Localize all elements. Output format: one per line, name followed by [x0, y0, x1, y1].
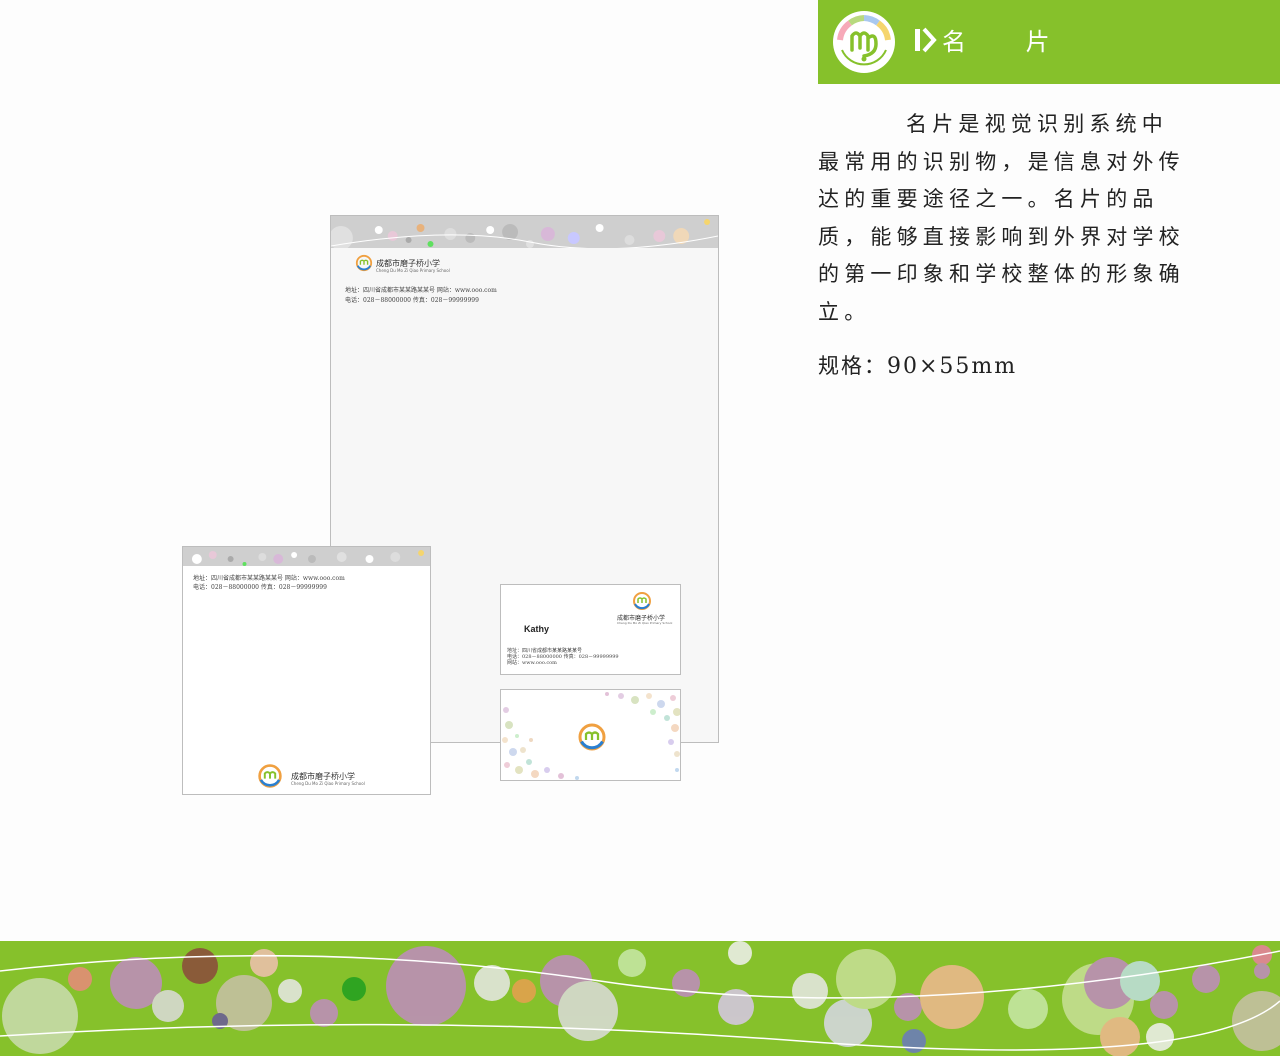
- school-logo-icon: [833, 11, 895, 73]
- footer-decor-band: [0, 941, 1280, 1056]
- section-header: 名 片: [818, 0, 1280, 84]
- school-name-en: Cheng Du Mo Zi Qiao Primary School: [617, 621, 673, 625]
- memo-pad-mockup: 地址：四川省成都市某某路某某号 网站：www.ooo.com 电话：028－88…: [182, 546, 431, 795]
- spec-value: 90×55mm: [887, 354, 1018, 379]
- double-chevron-right-icon: [915, 27, 937, 53]
- school-logo-icon: [258, 764, 282, 788]
- school-logo-icon: [355, 254, 373, 272]
- description-paragraph: 名片是视觉识别系统中最常用的识别物，是信息对外传达的重要途径之一。名片的品质，能…: [818, 112, 1185, 324]
- phone-line: 电话：028－88000000 传真：028－99999999: [345, 297, 479, 304]
- school-logo-icon: [633, 592, 651, 610]
- phone-line: 电话：028－88000000 传真：028－99999999: [193, 584, 327, 591]
- school-logo-icon: [578, 723, 606, 751]
- business-card-back: [500, 689, 681, 781]
- page-title: 名 片: [942, 28, 1076, 56]
- card-holder-name: Kathy: [524, 624, 550, 634]
- address-line: 地址：四川省成都市某某路某某号 网站：www.ooo.com: [193, 575, 345, 582]
- web-line: 网站：www.ooo.com: [507, 660, 557, 666]
- business-card-front: 成都市磨子桥小学 Cheng Du Mo Zi Qiao Primary Sch…: [500, 584, 681, 675]
- school-name-en: Cheng Du Mo Zi Qiao Primary School: [291, 781, 365, 786]
- spec-label: 规格：: [818, 354, 887, 378]
- school-name-en: Cheng Du Mo Zi Qiao Primary School: [376, 268, 450, 273]
- letterhead-decor-strip: [331, 216, 718, 248]
- memo-decor-strip: [183, 547, 430, 566]
- description-text: 名片是视觉识别系统中最常用的识别物，是信息对外传达的重要途径之一。名片的品质，能…: [818, 106, 1190, 331]
- spec-line: 规格：90×55mm: [818, 350, 1017, 380]
- address-line: 地址：四川省成都市某某路某某号 网站：www.ooo.com: [345, 287, 497, 294]
